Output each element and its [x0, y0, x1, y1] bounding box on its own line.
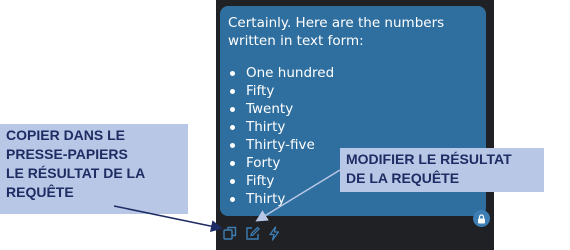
list-item: Thirty	[228, 190, 334, 208]
list-item: Fifty	[228, 82, 334, 100]
intro-line-1: Certainly. Here are the numbers	[228, 15, 445, 31]
copy-button[interactable]	[222, 225, 238, 241]
list-item: Fifty	[228, 172, 334, 190]
lock-icon[interactable]	[473, 210, 490, 227]
list-item: One hundred	[228, 64, 334, 82]
edit-button[interactable]	[244, 225, 260, 241]
list-item: Thirty	[228, 118, 334, 136]
regenerate-button[interactable]	[266, 225, 282, 241]
number-list: One hundred Fifty Twenty Thirty Thirty-f…	[228, 64, 334, 208]
copy-annotation: COPIER DANS LE PRESSE-PAPIERS LE RÉSULTA…	[0, 124, 188, 214]
copy-icon	[223, 226, 237, 240]
intro-line-2: written in text form:	[228, 33, 364, 49]
list-item: Thirty-five	[228, 136, 334, 154]
list-item: Twenty	[228, 100, 334, 118]
edit-annotation: MODIFIER LE RÉSULTAT DE LA REQUÊTE	[340, 148, 544, 192]
response-intro: Certainly. Here are the numbers written …	[228, 14, 478, 50]
list-item: Forty	[228, 154, 334, 172]
bolt-icon	[269, 225, 280, 241]
edit-icon	[245, 226, 260, 240]
response-toolbar	[222, 224, 282, 242]
